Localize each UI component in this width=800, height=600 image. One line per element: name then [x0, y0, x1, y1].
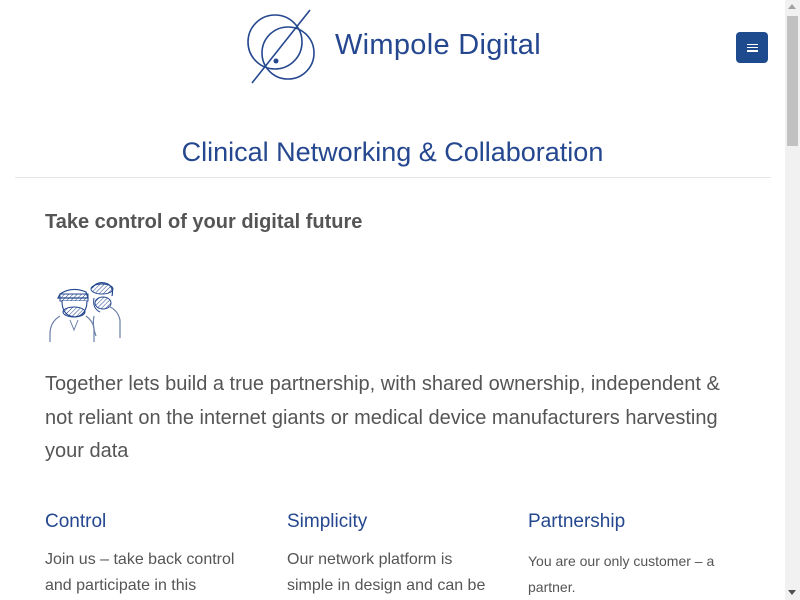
feature-title: Control — [45, 511, 107, 532]
scroll-up-arrow-icon[interactable] — [788, 4, 796, 9]
clinicians-illustration-icon — [49, 282, 121, 342]
page-title: Clinical Networking & Collaboration — [181, 137, 604, 167]
feature-text: You are our only customer – a partner. — [528, 553, 715, 595]
lead-paragraph: Together lets build a true partnership, … — [45, 373, 720, 462]
scroll-down-arrow-icon[interactable] — [788, 590, 796, 595]
section-divider — [15, 177, 771, 178]
scrollbar-thumb[interactable] — [787, 16, 798, 146]
page: Wimpole Digital Clinical Networking & Co… — [0, 0, 785, 600]
menu-toggle-button[interactable] — [736, 32, 768, 63]
wimpole-logo-icon — [247, 9, 315, 84]
feature-partnership: Partnership You are our only customer – … — [528, 511, 733, 600]
feature-text: Join us – take back control and particip… — [45, 551, 235, 594]
site-header: Wimpole Digital — [0, 0, 785, 100]
vertical-scrollbar[interactable] — [785, 0, 800, 600]
feature-control: Control Join us – take back control and … — [45, 511, 260, 599]
hamburger-menu-icon — [746, 43, 758, 52]
feature-title: Simplicity — [287, 511, 368, 532]
feature-text: Our network platform is simple in design… — [287, 551, 486, 594]
feature-title: Partnership — [528, 511, 626, 532]
brand-link[interactable]: Wimpole Digital — [245, 9, 541, 85]
section-heading: Take control of your digital future — [45, 211, 363, 233]
feature-simplicity: Simplicity Our network platform is simpl… — [287, 511, 502, 599]
brand-name: Wimpole Digital — [335, 28, 541, 61]
